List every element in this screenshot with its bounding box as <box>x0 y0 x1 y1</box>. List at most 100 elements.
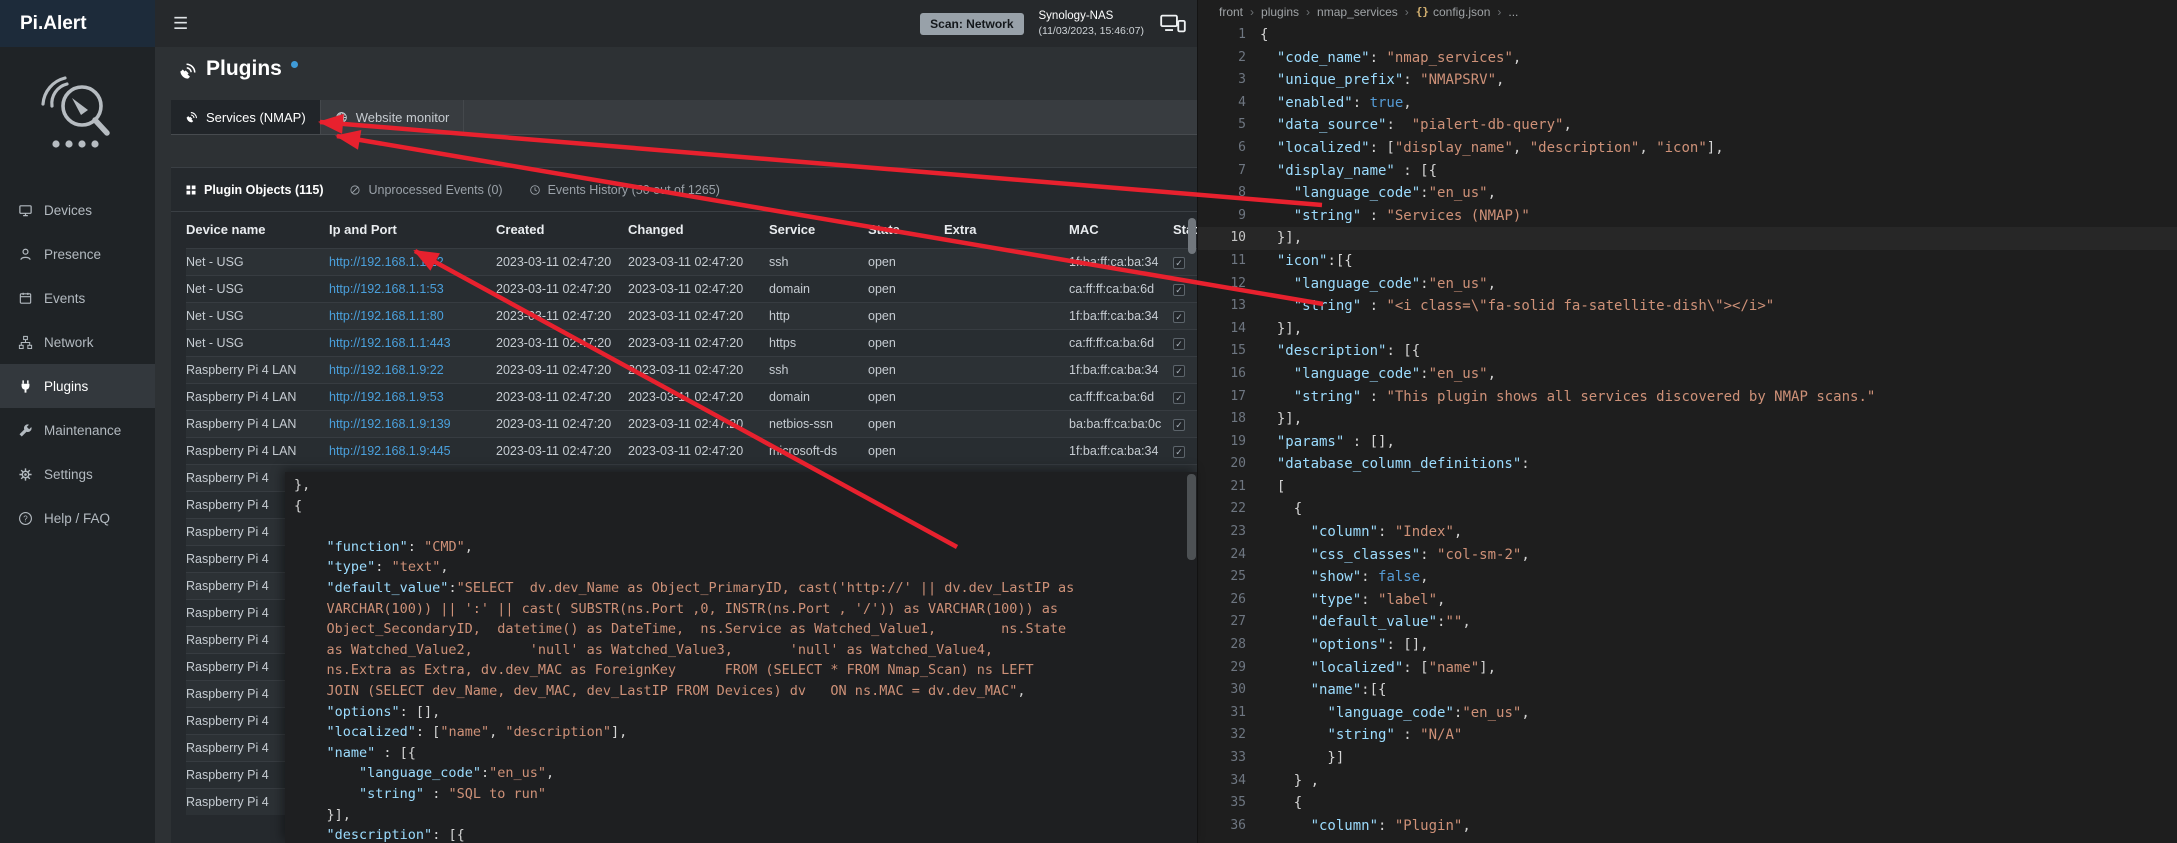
cell-mac: ca:ff:ff:ca:ba:6d <box>1069 383 1173 410</box>
editor-line[interactable]: 1{ <box>1198 24 2177 47</box>
breadcrumb-item[interactable]: plugins <box>1261 5 1299 19</box>
line-code: "options": [], <box>1246 634 1429 657</box>
sidebar-item-plugins[interactable]: Plugins <box>0 364 155 408</box>
sidebar-item-devices[interactable]: Devices <box>0 188 155 232</box>
column-header[interactable]: Device name <box>186 212 329 248</box>
subtab-plugin-objects[interactable]: Plugin Objects (115) <box>185 183 323 197</box>
ip-port-link[interactable]: http://192.168.1.1:443 <box>329 336 451 350</box>
cell-status: ✓ <box>1173 329 1197 356</box>
row-checkbox[interactable]: ✓ <box>1173 338 1185 350</box>
editor-line[interactable]: 2 "code_name": "nmap_services", <box>1198 47 2177 70</box>
editor-line[interactable]: 25 "show": false, <box>1198 566 2177 589</box>
cell-created: 2023-03-11 02:47:20 <box>496 437 628 464</box>
overlay-scrollbar[interactable] <box>1187 474 1196 560</box>
editor-line[interactable]: 16 "language_code":"en_us", <box>1198 363 2177 386</box>
breadcrumb-item[interactable]: nmap_services <box>1317 5 1398 19</box>
satellite-dish-icon <box>185 111 198 124</box>
editor-line[interactable]: 28 "options": [], <box>1198 634 2177 657</box>
editor-line[interactable]: 6 "localized": ["display_name", "descrip… <box>1198 137 2177 160</box>
tab-website-monitor[interactable]: Website monitor <box>321 100 465 134</box>
editor-line[interactable]: 11 "icon":[{ <box>1198 250 2177 273</box>
subtab-label: Plugin Objects (115) <box>204 183 323 197</box>
row-checkbox[interactable]: ✓ <box>1173 446 1185 458</box>
sidebar-item-label: Plugins <box>44 379 88 394</box>
editor-line[interactable]: 5 "data_source": "pialert-db-query", <box>1198 114 2177 137</box>
column-header[interactable]: Ip and Port <box>329 212 496 248</box>
editor-line[interactable]: 9 "string" : "Services (NMAP)" <box>1198 205 2177 228</box>
sidebar-item-help[interactable]: ?Help / FAQ <box>0 496 155 540</box>
row-checkbox[interactable]: ✓ <box>1173 365 1185 377</box>
hamburger-icon[interactable]: ☰ <box>173 14 188 34</box>
editor-line[interactable]: 18 }], <box>1198 408 2177 431</box>
devices-topbar-icon[interactable] <box>1159 13 1187 34</box>
sidebar-item-settings[interactable]: Settings <box>0 452 155 496</box>
editor-line[interactable]: 14 }], <box>1198 318 2177 341</box>
sidebar-item-presence[interactable]: Presence <box>0 232 155 276</box>
editor-line[interactable]: 3 "unique_prefix": "NMAPSRV", <box>1198 69 2177 92</box>
editor-line[interactable]: 4 "enabled": true, <box>1198 92 2177 115</box>
line-code: }], <box>1246 227 1302 250</box>
row-checkbox[interactable]: ✓ <box>1173 419 1185 431</box>
column-header[interactable]: MAC <box>1069 212 1173 248</box>
row-checkbox[interactable]: ✓ <box>1173 257 1185 269</box>
ip-port-link[interactable]: http://192.168.1.1:53 <box>329 282 444 296</box>
subtab-events-history[interactable]: Events History (50 out of 1265) <box>529 183 720 197</box>
row-checkbox[interactable]: ✓ <box>1173 311 1185 323</box>
ip-port-link[interactable]: http://192.168.1.9:22 <box>329 363 444 377</box>
breadcrumb-item[interactable]: {}config.json <box>1416 5 1491 19</box>
editor-line[interactable]: 26 "type": "label", <box>1198 589 2177 612</box>
column-header[interactable]: State <box>868 212 944 248</box>
ip-port-link[interactable]: http://192.168.1.9:139 <box>329 417 451 431</box>
editor-line[interactable]: 29 "localized": ["name"], <box>1198 657 2177 680</box>
editor-line[interactable]: 13 "string" : "<i class=\"fa-solid fa-sa… <box>1198 295 2177 318</box>
editor-line[interactable]: 36 "column": "Plugin", <box>1198 815 2177 838</box>
cell-device-name: Net - USG <box>186 275 329 302</box>
column-header[interactable]: Extra <box>944 212 1069 248</box>
editor-line[interactable]: 7 "display_name" : [{ <box>1198 160 2177 183</box>
editor-line[interactable]: 33 }] <box>1198 747 2177 770</box>
sidebar-item-events[interactable]: Events <box>0 276 155 320</box>
table-scrollbar[interactable] <box>1188 218 1196 254</box>
editor-line[interactable]: 30 "name":[{ <box>1198 679 2177 702</box>
ip-port-link[interactable]: http://192.168.1.1:22 <box>329 255 444 269</box>
ip-port-link[interactable]: http://192.168.1.1:80 <box>329 309 444 323</box>
editor-line[interactable]: 10 }], <box>1198 227 2177 250</box>
sidebar-item-maintenance[interactable]: Maintenance <box>0 408 155 452</box>
editor-line[interactable]: 15 "description": [{ <box>1198 340 2177 363</box>
breadcrumb-item[interactable]: front <box>1219 5 1243 19</box>
editor-line[interactable]: 17 "string" : "This plugin shows all ser… <box>1198 386 2177 409</box>
ip-port-link[interactable]: http://192.168.1.9:445 <box>329 444 451 458</box>
line-code: } , <box>1246 770 1319 793</box>
subtab-unprocessed-events[interactable]: Unprocessed Events (0) <box>349 183 502 197</box>
column-header[interactable]: Changed <box>628 212 769 248</box>
nas-time: (11/03/2023, 15:46:07) <box>1039 24 1144 38</box>
editor-line[interactable]: 35 { <box>1198 792 2177 815</box>
topbar: Pi.Alert ☰ Scan: Network Synology-NAS (1… <box>0 0 1197 47</box>
editor-line[interactable]: 22 { <box>1198 498 2177 521</box>
ip-port-link[interactable]: http://192.168.1.9:53 <box>329 390 444 404</box>
editor-line[interactable]: 12 "language_code":"en_us", <box>1198 273 2177 296</box>
plugins-icon <box>18 379 33 394</box>
tab-services-nmap[interactable]: Services (NMAP) <box>171 100 321 134</box>
editor-line[interactable]: 32 "string" : "N/A" <box>1198 724 2177 747</box>
line-code: "string" : "This plugin shows all servic… <box>1246 386 1875 409</box>
cell-service: netbios-ssn <box>769 410 868 437</box>
editor-line[interactable]: 27 "default_value":"", <box>1198 611 2177 634</box>
row-checkbox[interactable]: ✓ <box>1173 284 1185 296</box>
brand[interactable]: Pi.Alert <box>0 0 155 47</box>
editor-line[interactable]: 23 "column": "Index", <box>1198 521 2177 544</box>
editor-line[interactable]: 19 "params" : [], <box>1198 431 2177 454</box>
editor-line[interactable]: 20 "database_column_definitions": <box>1198 453 2177 476</box>
editor-line[interactable]: 31 "language_code":"en_us", <box>1198 702 2177 725</box>
editor-line[interactable]: 8 "language_code":"en_us", <box>1198 182 2177 205</box>
column-header[interactable]: Service <box>769 212 868 248</box>
breadcrumb-item[interactable]: ... <box>1508 5 1518 19</box>
editor-line[interactable]: 34 } , <box>1198 770 2177 793</box>
editor-line[interactable]: 24 "css_classes": "col-sm-2", <box>1198 544 2177 567</box>
editor-line[interactable]: 21 [ <box>1198 476 2177 499</box>
column-header[interactable]: Created <box>496 212 628 248</box>
sidebar-item-label: Events <box>44 291 85 306</box>
line-code: "column": "Plugin", <box>1246 815 1471 838</box>
row-checkbox[interactable]: ✓ <box>1173 392 1185 404</box>
sidebar-item-network[interactable]: Network <box>0 320 155 364</box>
